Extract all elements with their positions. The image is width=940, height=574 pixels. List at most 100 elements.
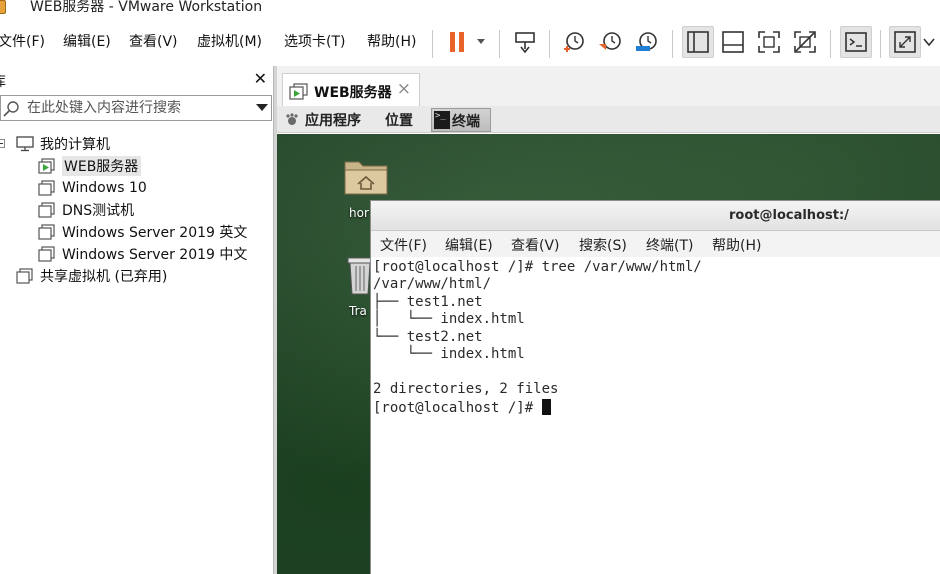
vm-icon (38, 246, 56, 262)
terminal-menu-edit[interactable]: 编辑(E) (445, 235, 493, 255)
tab-label: WEB服务器 (314, 85, 392, 101)
terminal-task-label: 终端 (452, 114, 480, 130)
snapshot-clock-icon (564, 32, 584, 52)
stretch-icon (894, 31, 916, 53)
tab-web-server[interactable]: WEB服务器 × (282, 73, 420, 106)
terminal-menu-help[interactable]: 帮助(H) (712, 235, 761, 255)
stretch-dropdown-button[interactable] (918, 26, 940, 58)
guest-terminal-task[interactable]: >_ 终端 (431, 108, 491, 132)
terminal-menu-view[interactable]: 查看(V) (511, 235, 560, 255)
vm-label: DNS测试机 (62, 203, 135, 219)
menu-tabs[interactable]: 选项卡(T) (284, 33, 345, 51)
pause-button[interactable] (441, 26, 489, 58)
library-pane: 库 ✕ 我的计算机 WEB服务器 Windows 10 DNS测试机 (0, 66, 273, 574)
guest-applications-menu[interactable]: 应用程序 (305, 110, 361, 130)
toolbar-separator (830, 30, 831, 58)
toolbar-separator (672, 30, 673, 58)
tree-shared-vms[interactable]: 共享虚拟机 (已弃用) (16, 265, 167, 287)
library-search (0, 95, 272, 121)
terminal-titlebar[interactable]: root@localhost:/ (371, 201, 940, 231)
shared-vms-label: 共享虚拟机 (已弃用) (40, 269, 168, 285)
terminal-line: /var/www/html/ (373, 276, 492, 292)
snapshot-manager-icon (636, 32, 657, 51)
vm-label: Windows Server 2019 中文 (62, 247, 248, 263)
search-icon (3, 101, 19, 117)
terminal-line: ├── test1.net (373, 294, 483, 310)
take-snapshot-button[interactable] (559, 26, 589, 58)
vm-label: Windows Server 2019 英文 (62, 225, 248, 241)
snapshot-manager-button[interactable] (631, 26, 661, 58)
terminal-output[interactable]: [root@localhost /]# tree /var/www/html/ … (371, 258, 940, 574)
vm-running-icon (38, 158, 56, 174)
collapse-toggle-icon[interactable] (0, 139, 5, 148)
terminal-menu-search[interactable]: 搜索(S) (579, 235, 627, 255)
search-dropdown-button[interactable] (256, 104, 268, 111)
toolbar-separator (499, 30, 500, 58)
menu-help[interactable]: 帮助(H) (367, 33, 416, 51)
terminal-icon: >_ (434, 111, 450, 129)
vm-icon (38, 202, 56, 218)
console-icon (845, 32, 867, 52)
terminal-prompt: [root@localhost /]# (373, 400, 542, 416)
unity-button[interactable] (790, 26, 820, 58)
send-ctrl-alt-del-button[interactable] (510, 26, 540, 58)
revert-snapshot-button[interactable] (595, 26, 625, 58)
terminal-menu-terminal[interactable]: 终端(T) (646, 235, 693, 255)
tree-vm-windows-10[interactable]: Windows 10 (38, 177, 147, 199)
menu-vm[interactable]: 虚拟机(M) (197, 33, 262, 51)
trash-label: Tra (349, 304, 367, 318)
menu-edit[interactable]: 编辑(E) (63, 33, 111, 51)
chevron-down-icon (923, 38, 935, 47)
vm-tab-strip: WEB服务器 × (277, 66, 940, 106)
terminal-prompt-line[interactable]: [root@localhost /]# (373, 399, 551, 417)
tree-my-computer[interactable]: 我的计算机 (0, 133, 110, 155)
thumbnail-bar-icon (722, 31, 744, 53)
computer-icon (16, 136, 34, 152)
terminal-line: [root@localhost /]# tree /var/www/html/ (373, 259, 702, 275)
terminal-line: └── index.html (373, 346, 525, 362)
console-view-button[interactable] (840, 26, 872, 58)
close-tab-button[interactable]: × (397, 79, 411, 99)
keyboard-send-icon (515, 32, 535, 54)
library-title: 库 (0, 71, 6, 91)
home-folder-label: hor (349, 206, 369, 220)
tree-vm-server-2019-en[interactable]: Windows Server 2019 英文 (38, 221, 247, 243)
stretch-guest-button[interactable] (889, 26, 921, 58)
terminal-line: └── test2.net (373, 329, 483, 345)
show-library-button[interactable] (682, 26, 714, 58)
tree-vm-server-2019-cn[interactable]: Windows Server 2019 中文 (38, 243, 247, 265)
full-screen-button[interactable] (754, 26, 784, 58)
guest-top-panel: 应用程序 位置 >_ 终端 (277, 106, 940, 133)
tree-vm-web-server[interactable]: WEB服务器 (38, 155, 142, 177)
menu-file[interactable]: 文件(F) (0, 33, 45, 51)
vm-icon (38, 180, 56, 196)
terminal-menu-file[interactable]: 文件(F) (380, 235, 427, 255)
title-bar: WEB服务器 - VMware Workstation (0, 0, 940, 18)
toolbar-separator (432, 30, 433, 58)
menu-view[interactable]: 查看(V) (129, 33, 178, 51)
full-screen-icon (758, 31, 780, 53)
terminal-title: root@localhost:/ (729, 208, 849, 223)
menu-toolbar-bar: 文件(F) 编辑(E) 查看(V) 虚拟机(M) 选项卡(T) 帮助(H) (0, 18, 940, 66)
tree-vm-dns-test[interactable]: DNS测试机 (38, 199, 134, 221)
toolbar-separator (880, 30, 881, 58)
close-library-button[interactable]: ✕ (254, 69, 267, 88)
terminal-line: │ └── index.html (373, 311, 525, 327)
vm-running-icon (289, 83, 308, 100)
terminal-window[interactable]: root@localhost:/ 文件(F) 编辑(E) 查看(V) 搜索(S)… (370, 200, 940, 574)
vm-label: WEB服务器 (62, 156, 142, 176)
thumbnail-bar-button[interactable] (718, 26, 748, 58)
home-folder-icon[interactable] (343, 156, 389, 196)
library-header: 库 ✕ (0, 66, 273, 94)
window-title: WEB服务器 - VMware Workstation (30, 0, 263, 15)
pause-icon (450, 32, 485, 52)
vm-label: Windows 10 (62, 180, 147, 196)
library-panel-icon (687, 31, 709, 53)
search-input[interactable] (27, 98, 247, 118)
guest-places-menu[interactable]: 位置 (385, 110, 413, 130)
gnome-foot-icon (286, 113, 298, 125)
text-cursor (541, 399, 551, 415)
terminal-menubar: 文件(F) 编辑(E) 查看(V) 搜索(S) 终端(T) 帮助(H) (371, 231, 940, 257)
toolbar-separator (549, 30, 550, 58)
terminal-line: 2 directories, 2 files (373, 381, 559, 397)
